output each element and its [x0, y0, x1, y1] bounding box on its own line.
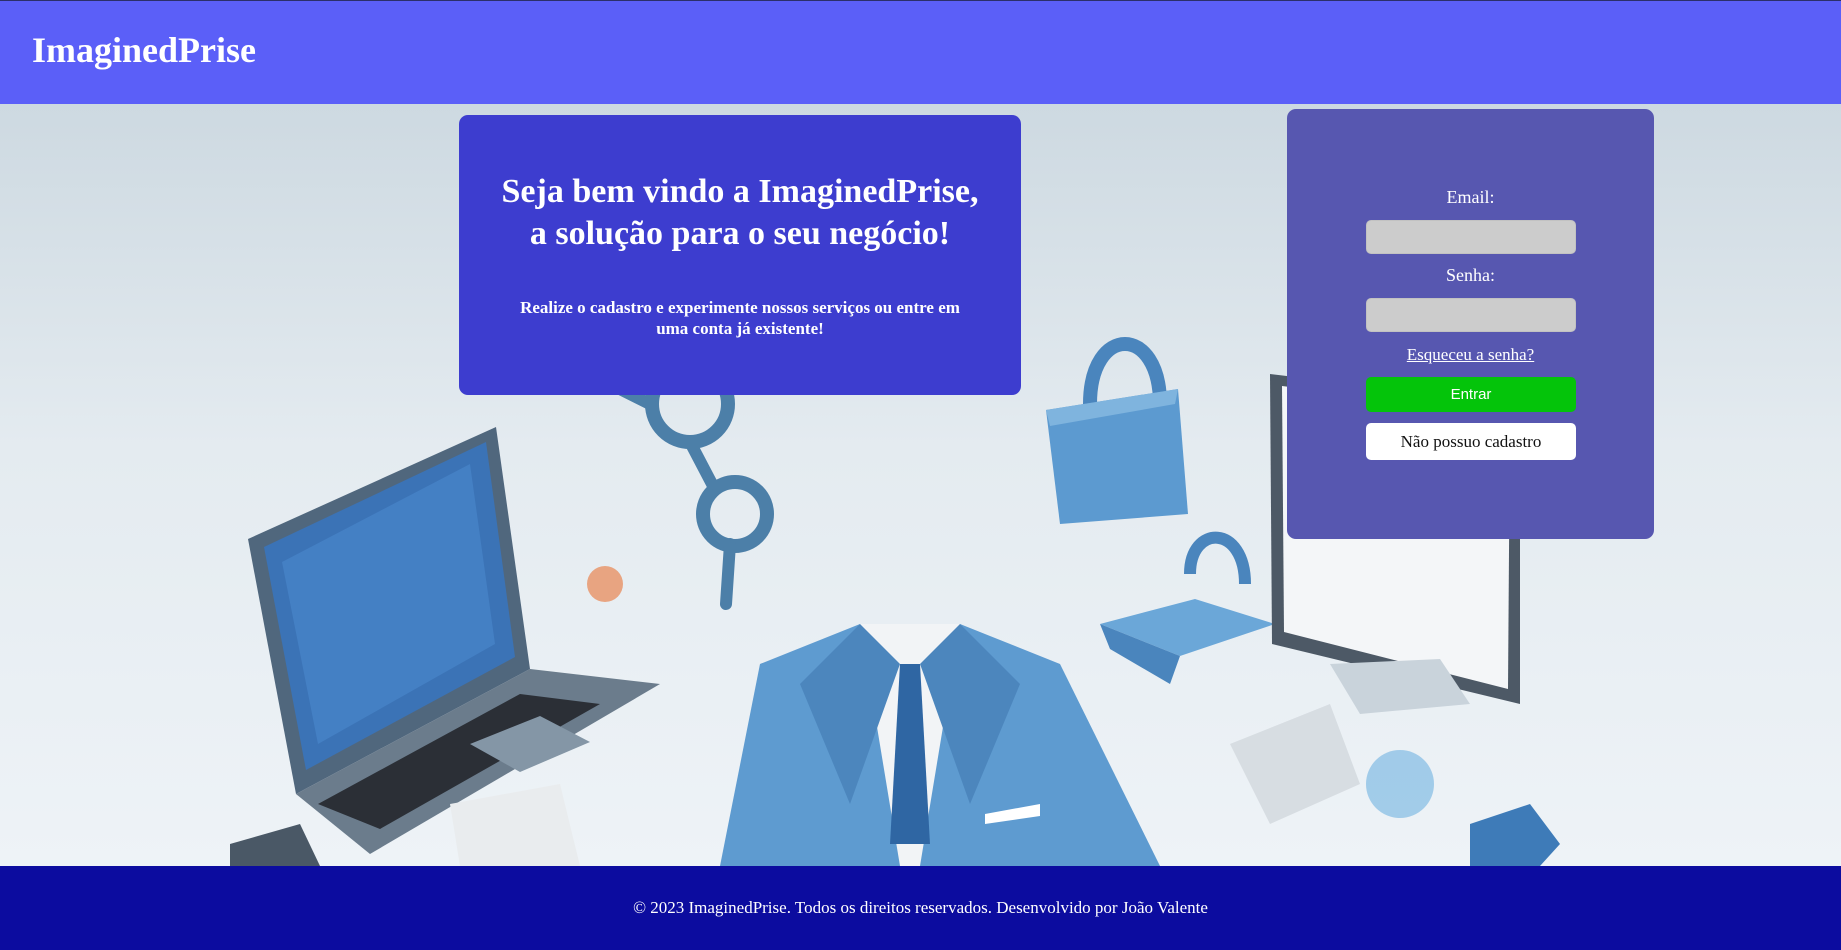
- lock-illustration: [587, 566, 623, 602]
- clock-illustration: [1366, 750, 1434, 818]
- suit-illustration: [720, 624, 1160, 866]
- forgot-password-link[interactable]: Esqueceu a senha?: [1287, 345, 1654, 365]
- login-button[interactable]: Entrar: [1366, 377, 1576, 412]
- password-label: Senha:: [1446, 265, 1495, 285]
- login-form: Email: Senha: Esqueceu a senha? Entrar N…: [1287, 109, 1654, 539]
- site-header: ImaginedPrise: [0, 1, 1841, 104]
- welcome-title: Seja bem vindo a ImaginedPrise, a soluçã…: [501, 173, 979, 252]
- laptop-illustration: [248, 427, 660, 854]
- welcome-subtitle: Realize o cadastro e experimente nossos …: [520, 298, 960, 338]
- email-label: Email:: [1446, 187, 1495, 207]
- handbag-illustration: [1100, 531, 1275, 684]
- brand-logo-text[interactable]: ImaginedPrise: [32, 27, 256, 73]
- email-input[interactable]: [1366, 220, 1576, 254]
- footer-copyright: © 2023 ImaginedPrise. Todos os direitos …: [633, 898, 1208, 917]
- stamp-illustration: [1230, 704, 1360, 824]
- register-button[interactable]: Não possuo cadastro: [1366, 423, 1576, 460]
- shopping-bag-illustration: [1046, 337, 1188, 524]
- tablet-illustration: [230, 824, 320, 866]
- password-input[interactable]: [1366, 298, 1576, 332]
- site-footer: © 2023 ImaginedPrise. Todos os direitos …: [0, 866, 1841, 950]
- device-illustration: [450, 784, 580, 866]
- welcome-card: Seja bem vindo a ImaginedPrise, a soluçã…: [459, 115, 1021, 395]
- puzzle-illustration: [1470, 804, 1560, 866]
